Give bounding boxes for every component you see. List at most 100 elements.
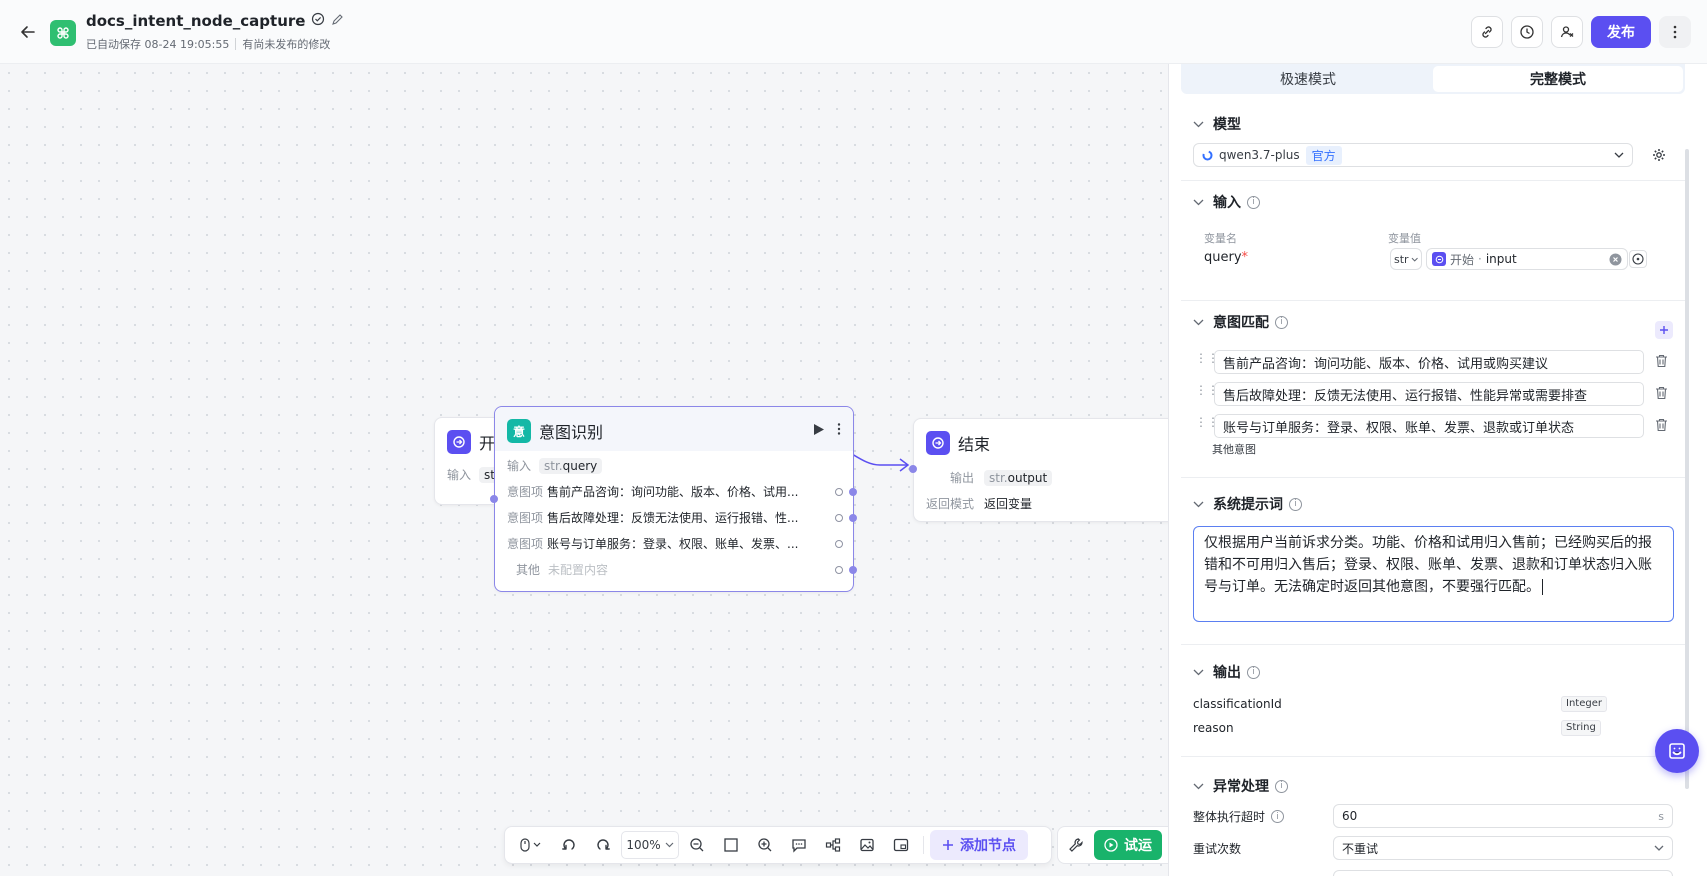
- edge-handle[interactable]: [849, 514, 857, 522]
- model-name: qwen3.7-plus: [1219, 148, 1300, 162]
- layout-tree-icon: [825, 838, 841, 852]
- workflow-canvas[interactable]: 开 输入 str 意 意图识别 输入 str.query 意图项 售前产品咨询：…: [0, 64, 1168, 876]
- redo-button[interactable]: [587, 831, 619, 859]
- chevron-down-icon[interactable]: [1193, 666, 1207, 679]
- undo-icon: [562, 839, 575, 850]
- chevron-down-icon[interactable]: [1193, 498, 1207, 511]
- clock-icon: [1520, 25, 1534, 39]
- trash-icon[interactable]: [1655, 386, 1671, 402]
- end-output-tag: str.output: [984, 469, 1053, 486]
- trash-icon[interactable]: [1655, 354, 1671, 370]
- tab-fast-mode[interactable]: 极速模式: [1183, 66, 1433, 92]
- exception-section-header[interactable]: 异常处理 i: [1193, 776, 1288, 796]
- zoom-in-button[interactable]: [749, 831, 781, 859]
- var-value-select[interactable]: 开始 · input: [1426, 248, 1628, 270]
- zoom-select[interactable]: 100%: [621, 831, 679, 859]
- intent-item-input[interactable]: 售后故障处理：反馈无法使用、运行报错、性能异常或需要排查: [1214, 382, 1644, 406]
- section-divider: [1181, 477, 1685, 478]
- output-port[interactable]: [835, 566, 843, 574]
- intent-recognition-node[interactable]: 意 意图识别 输入 str.query 意图项 售前产品咨询：询问功能、版本、价…: [490, 406, 857, 592]
- info-icon[interactable]: i: [1275, 315, 1288, 329]
- collaborators-button[interactable]: [1551, 16, 1583, 48]
- var-value-header: 变量值: [1388, 232, 1421, 245]
- input-port[interactable]: [490, 495, 498, 503]
- debug-tools-button[interactable]: [1064, 831, 1088, 859]
- edge-handle[interactable]: [849, 488, 857, 496]
- add-intent-button[interactable]: [1655, 321, 1673, 339]
- chevron-down-icon[interactable]: [1193, 196, 1207, 209]
- zoom-in-icon: [758, 838, 772, 852]
- intent-other-row: 其他 未配置内容: [516, 563, 609, 577]
- end-node-title: 结束: [958, 435, 991, 454]
- zoom-value: 100%: [626, 838, 661, 852]
- output-port[interactable]: [835, 540, 843, 548]
- intent-input-label: 输入: [507, 459, 532, 473]
- link-icon: [1482, 26, 1492, 38]
- intent-item-input[interactable]: 售前产品咨询：询问功能、版本、价格、试用或购买建议: [1214, 350, 1644, 374]
- output-port[interactable]: [835, 514, 843, 522]
- scrollbar-thumb[interactable]: [1685, 149, 1689, 789]
- timeout-input[interactable]: 60 s: [1333, 804, 1673, 828]
- more-menu-button[interactable]: [1659, 16, 1691, 48]
- trial-run-button[interactable]: 试运: [1094, 830, 1162, 860]
- end-node[interactable]: 结束 输出 str.output 返回模式 返回变量: [909, 418, 1168, 522]
- pointer-mode-button[interactable]: [511, 831, 551, 859]
- timeout-value: 60: [1342, 809, 1358, 823]
- canvas-toolbar: 100% 添加节点: [504, 826, 1052, 864]
- back-arrow-icon[interactable]: [16, 20, 40, 44]
- input-section-header[interactable]: 输入 i: [1193, 192, 1260, 212]
- output-section-header[interactable]: 输出 i: [1193, 662, 1260, 682]
- minimap-button[interactable]: [885, 831, 917, 859]
- info-icon[interactable]: i: [1271, 810, 1285, 823]
- image-export-button[interactable]: [851, 831, 883, 859]
- output-field-type: Integer: [1561, 696, 1607, 712]
- edit-pencil-icon[interactable]: [331, 13, 344, 30]
- system-prompt-textarea[interactable]: 仅根据用户当前诉求分类。功能、价格和试用归入售前；已经购买后的报错和不可用归入售…: [1193, 526, 1674, 622]
- assistant-button[interactable]: [1655, 729, 1699, 773]
- auto-layout-button[interactable]: [817, 831, 849, 859]
- link-button[interactable]: [1471, 16, 1503, 48]
- model-section-header[interactable]: 模型: [1193, 114, 1241, 134]
- fit-view-button[interactable]: [715, 831, 747, 859]
- model-section-title: 模型: [1213, 117, 1241, 133]
- chevron-down-icon: [1614, 152, 1624, 158]
- system-prompt-title: 系统提示词: [1213, 497, 1283, 513]
- model-settings-gear-icon[interactable]: [1652, 148, 1666, 166]
- intent-item-input[interactable]: 账号与订单服务：登录、权限、账单、发票、退款或订单状态: [1214, 414, 1644, 438]
- section-divider: [1181, 644, 1685, 645]
- system-prompt-text: 仅根据用户当前诉求分类。功能、价格和试用归入售前；已经购买后的报错和不可用归入售…: [1204, 535, 1652, 595]
- drag-handle-icon[interactable]: ⋮⋮: [1195, 415, 1219, 429]
- add-node-button[interactable]: 添加节点: [930, 830, 1028, 860]
- play-icon[interactable]: [813, 423, 825, 440]
- undo-button[interactable]: [553, 831, 585, 859]
- clear-icon[interactable]: [1609, 253, 1622, 266]
- info-icon[interactable]: i: [1247, 195, 1260, 209]
- comment-button[interactable]: [783, 831, 815, 859]
- publish-button[interactable]: 发布: [1591, 16, 1651, 48]
- var-type-select[interactable]: str: [1390, 248, 1422, 270]
- chevron-down-icon[interactable]: [1193, 316, 1207, 329]
- trash-icon[interactable]: [1655, 418, 1671, 434]
- retry-select[interactable]: 不重试: [1333, 836, 1673, 860]
- history-button[interactable]: [1511, 16, 1543, 48]
- info-icon[interactable]: i: [1247, 665, 1260, 679]
- intent-match-section-header[interactable]: 意图匹配 i: [1193, 312, 1288, 332]
- variable-picker-button[interactable]: [1629, 250, 1647, 268]
- input-port[interactable]: [909, 465, 917, 473]
- zoom-out-button[interactable]: [681, 831, 713, 859]
- drag-handle-icon[interactable]: ⋮⋮: [1195, 383, 1219, 397]
- next-config-field[interactable]: [1333, 870, 1673, 876]
- check-circle-icon: [311, 12, 325, 30]
- tab-full-mode[interactable]: 完整模式: [1433, 66, 1683, 92]
- chevron-down-icon[interactable]: [1193, 118, 1207, 131]
- edge-handle[interactable]: [849, 566, 857, 574]
- info-icon[interactable]: i: [1289, 497, 1302, 511]
- drag-handle-icon[interactable]: ⋮⋮: [1195, 351, 1219, 365]
- chevron-down-icon[interactable]: [1193, 780, 1207, 793]
- system-prompt-section-header[interactable]: 系统提示词 i: [1193, 494, 1302, 514]
- node-config-panel: 极速模式 完整模式 模型 qwen3.7-plus 官方 输入 i 变量名 变量…: [1168, 64, 1707, 876]
- info-icon[interactable]: i: [1275, 779, 1288, 793]
- node-more-icon[interactable]: [837, 423, 841, 439]
- output-port[interactable]: [835, 488, 843, 496]
- model-select[interactable]: qwen3.7-plus 官方: [1193, 143, 1633, 167]
